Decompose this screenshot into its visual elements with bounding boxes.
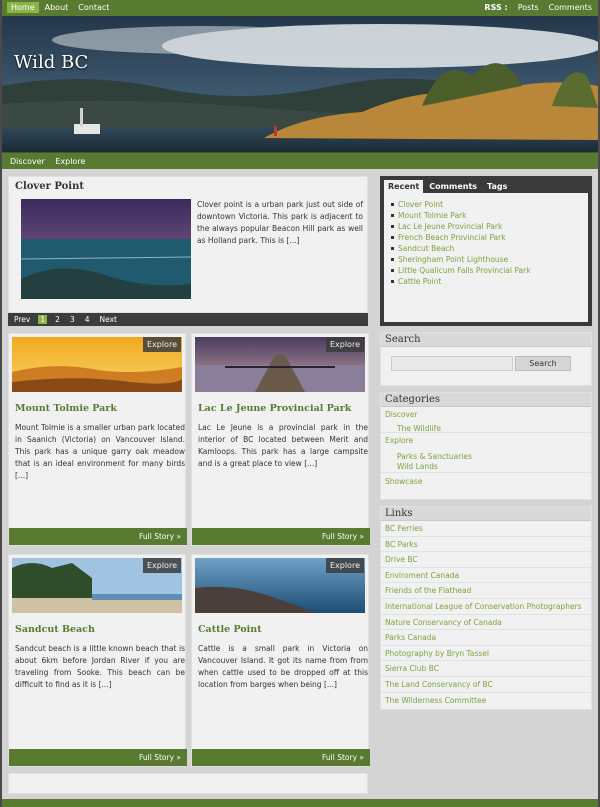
recent-link[interactable]: French Beach Provincial Park — [391, 232, 588, 243]
category-link[interactable]: Parks & Sanctuaries — [385, 452, 591, 461]
pager-page-4[interactable]: 4 — [83, 315, 92, 324]
post-excerpt: Lac Le Jeune is a provincial park in the… — [198, 423, 368, 468]
content-footer — [8, 773, 368, 794]
pager-page-1[interactable]: 1 — [38, 315, 48, 324]
featured-excerpt: Clover point is a urban park just out si… — [197, 200, 363, 245]
links-widget: Links BC Ferries BC Parks Drive BC Envir… — [380, 506, 592, 710]
blogroll-link[interactable]: Sierra Club BC — [381, 661, 591, 677]
post-excerpt: Cattle is a small park in Victoria on Va… — [198, 644, 368, 689]
rss-posts-link[interactable]: Posts — [518, 3, 539, 12]
tab-tags[interactable]: Tags — [483, 180, 511, 193]
post-card: Explore Mount Tolmie Park Mount Tolmie i… — [8, 333, 187, 546]
pager-page-2[interactable]: 2 — [53, 315, 62, 324]
explore-badge[interactable]: Explore — [325, 337, 364, 352]
post-title[interactable]: Cattle Point — [198, 624, 262, 635]
recent-link[interactable]: Clover Point — [391, 199, 588, 210]
tab-comments[interactable]: Comments — [425, 180, 481, 193]
subnav-discover[interactable]: Discover — [10, 157, 45, 166]
post-card: Explore Sandcut Beach Sandcut beach is a… — [8, 554, 187, 767]
nav-home[interactable]: Home — [7, 2, 39, 13]
links-title: Links — [381, 507, 591, 521]
rss-label: RSS : — [484, 3, 508, 12]
site-title[interactable]: Wild BC — [14, 52, 88, 73]
sub-nav: Discover Explore — [2, 152, 598, 169]
blogroll-link[interactable]: Drive BC — [381, 552, 591, 568]
explore-badge[interactable]: Explore — [142, 558, 181, 573]
recent-link[interactable]: Sheringham Point Lighthouse — [391, 254, 588, 265]
header-banner: Wild BC — [2, 16, 598, 152]
blogroll-link[interactable]: Parks Canada — [381, 630, 591, 646]
blogroll-link[interactable]: BC Parks — [381, 537, 591, 553]
search-input[interactable] — [391, 356, 513, 371]
post-excerpt: Mount Tolmie is a smaller urban park loc… — [15, 423, 185, 480]
search-button[interactable]: Search — [515, 356, 571, 371]
full-story-link[interactable]: Full Story » — [9, 749, 187, 766]
category-link[interactable]: Discover — [385, 410, 591, 419]
blogroll-link[interactable]: Nature Conservancy of Canada — [381, 615, 591, 631]
blogroll-link[interactable]: The Land Conservancy of BC — [381, 677, 591, 693]
full-story-link[interactable]: Full Story » — [192, 528, 370, 545]
header-landscape-image — [2, 16, 598, 152]
post-card: Explore Cattle Point Cattle is a small p… — [191, 554, 370, 767]
post-title[interactable]: Lac Le Jeune Provincial Park — [198, 403, 351, 414]
page-bottom-bar — [2, 799, 598, 807]
recent-panel: Clover Point Mount Tolmie Park Lac Le Je… — [384, 193, 588, 322]
search-widget: Search Search — [380, 332, 592, 386]
featured-title[interactable]: Clover Point — [15, 181, 84, 192]
post-title[interactable]: Mount Tolmie Park — [15, 403, 117, 414]
category-link[interactable]: Showcase — [381, 473, 591, 491]
blogroll-link[interactable]: Photography by Bryn Tassel — [381, 646, 591, 662]
explore-badge[interactable]: Explore — [142, 337, 181, 352]
post-title[interactable]: Sandcut Beach — [15, 624, 95, 635]
full-story-link[interactable]: Full Story » — [192, 749, 370, 766]
pagination: Prev 1 2 3 4 Next — [8, 313, 368, 326]
blogroll-link[interactable]: International League of Conservation Pho… — [381, 599, 591, 615]
category-explore: Explore Parks & Sanctuaries Wild Lands — [381, 433, 591, 473]
categories-title: Categories — [381, 393, 591, 407]
featured-image[interactable] — [21, 199, 191, 299]
post-excerpt: Sandcut beach is a little known beach th… — [15, 644, 185, 689]
recent-link[interactable]: Lac Le Jeune Provincial Park — [391, 221, 588, 232]
top-nav: Home About Contact RSS : Posts Comments — [2, 0, 598, 16]
full-story-link[interactable]: Full Story » — [9, 528, 187, 545]
blogroll-link[interactable]: Friends of the Flathead — [381, 583, 591, 599]
recent-link[interactable]: Little Qualicum Falls Provincial Park — [391, 265, 588, 276]
sidebar-tabs: Recent Comments Tags Clover Point Mount … — [380, 176, 592, 326]
pager-next[interactable]: Next — [98, 315, 119, 324]
recent-link[interactable]: Mount Tolmie Park — [391, 210, 588, 221]
blogroll-link[interactable]: The Wilderness Committee — [381, 693, 591, 709]
tab-recent[interactable]: Recent — [384, 180, 424, 193]
nav-about[interactable]: About — [41, 2, 73, 13]
blogroll-link[interactable]: Enviroment Canada — [381, 568, 591, 584]
search-widget-title: Search — [381, 333, 591, 347]
pager-page-3[interactable]: 3 — [68, 315, 77, 324]
featured-post: Clover Point Clover point is a urban par… — [8, 176, 368, 313]
recent-link[interactable]: Cattle Point — [391, 276, 588, 287]
recent-link[interactable]: Sandcut Beach — [391, 243, 588, 254]
subnav-explore[interactable]: Explore — [55, 157, 85, 166]
category-link[interactable]: Explore — [385, 436, 591, 445]
categories-widget: Categories Discover The Wildlife Explore… — [380, 392, 592, 500]
rss-comments-link[interactable]: Comments — [549, 3, 592, 12]
category-discover: Discover The Wildlife — [381, 407, 591, 433]
pager-prev[interactable]: Prev — [12, 315, 32, 324]
nav-contact[interactable]: Contact — [74, 2, 113, 13]
category-link[interactable]: The Wildlife — [385, 424, 591, 433]
explore-badge[interactable]: Explore — [325, 558, 364, 573]
category-link[interactable]: Wild Lands — [385, 462, 591, 471]
post-card: Explore Lac Le Jeune Provincial Park Lac… — [191, 333, 370, 546]
blogroll-link[interactable]: BC Ferries — [381, 521, 591, 537]
